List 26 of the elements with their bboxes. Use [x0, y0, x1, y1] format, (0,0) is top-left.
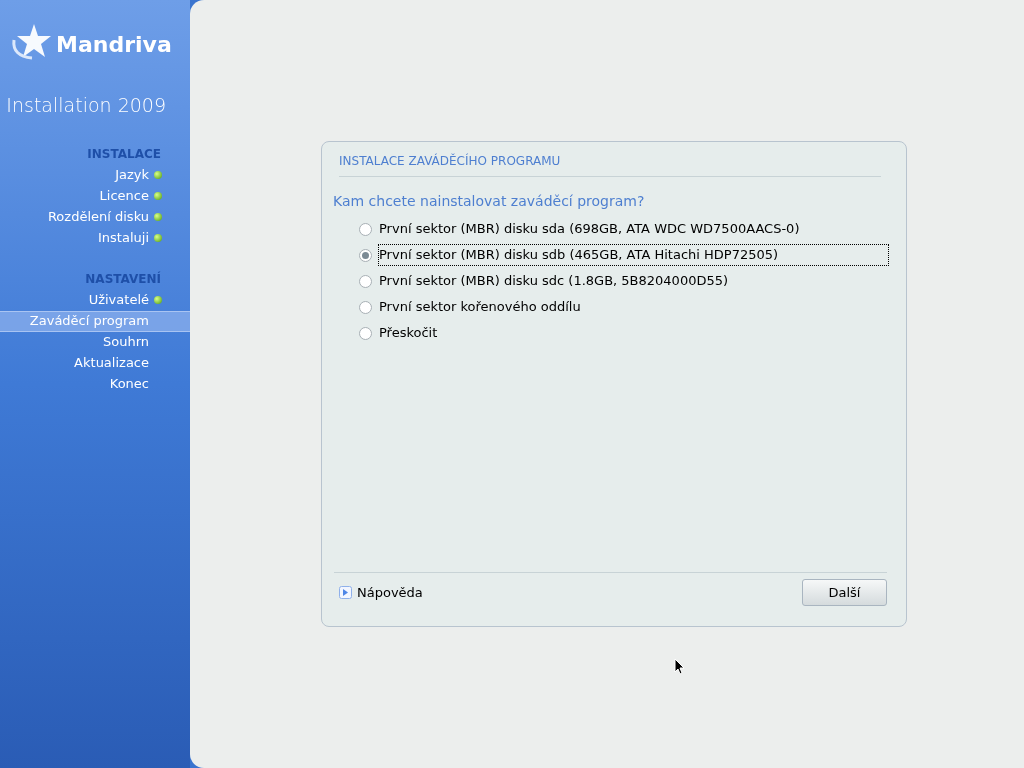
- step-item: Instaluji: [0, 227, 190, 249]
- step-item: Licence: [0, 185, 190, 207]
- step-item: Jazyk: [0, 164, 190, 186]
- radio-button[interactable]: [359, 326, 372, 340]
- next-button[interactable]: Další: [802, 579, 887, 606]
- mouse-cursor-icon: [674, 658, 685, 675]
- step-item: Uživatelé: [0, 289, 190, 311]
- radio-option[interactable]: První sektor (MBR) disku sda (698GB, ATA WDC WD7500AACS-0): [359, 216, 889, 242]
- help-link[interactable]: Nápověda: [339, 582, 423, 603]
- radio-button[interactable]: [359, 274, 372, 288]
- step-item: Aktualizace: [73, 354, 150, 373]
- radio-button[interactable]: [359, 222, 372, 236]
- radio-option[interactable]: První sektor (MBR) disku sdc (1.8GB, 5B8204000D55): [359, 268, 889, 294]
- dialog-title: INSTALACE ZAVÁDĚCÍHO PROGRAMU: [339, 142, 881, 177]
- radio-button[interactable]: [359, 248, 372, 262]
- subtitle: Installation 2009: [5, 93, 167, 118]
- step-item: Konec: [108, 375, 150, 394]
- step-item: Souhrn: [101, 333, 150, 352]
- radio-option[interactable]: První sektor kořenového oddílu: [359, 294, 889, 320]
- step-item: Zaváděcí program: [0, 310, 190, 332]
- section-title: INSTALACE: [86, 145, 162, 163]
- logo-text: Mandriva: [56, 31, 172, 59]
- question-text: Kam chcete nainstalovat zaváděcí program?: [333, 192, 646, 211]
- radio-option[interactable]: Přeskočit: [359, 320, 889, 346]
- step-item: Rozdělení disku: [0, 206, 190, 228]
- radio-button[interactable]: [359, 300, 372, 314]
